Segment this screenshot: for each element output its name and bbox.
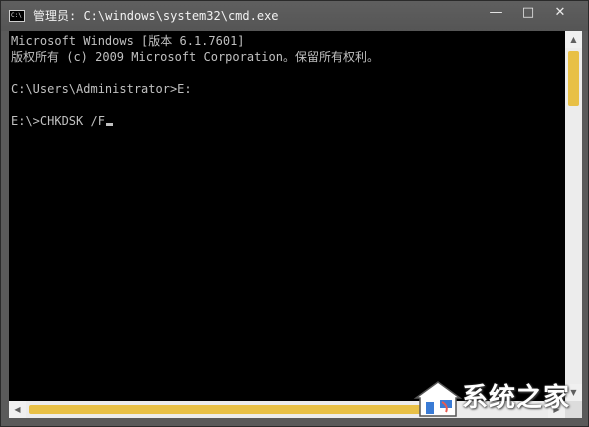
horizontal-scroll-thumb[interactable]: [29, 405, 429, 414]
scroll-up-icon[interactable]: ▲: [565, 31, 582, 48]
vertical-scroll-thumb[interactable]: [568, 51, 579, 106]
console-line-copyright: 版权所有 (c) 2009 Microsoft Corporation。保留所有…: [11, 50, 379, 64]
text-cursor: [105, 123, 113, 126]
horizontal-scrollbar[interactable]: ◀ ▶: [9, 401, 565, 418]
console-app-icon[interactable]: C:\: [9, 10, 25, 22]
vertical-scrollbar[interactable]: ▲ ▼: [565, 31, 582, 401]
cmd-window: C:\ 管理员: C:\windows\system32\cmd.exe — □…: [0, 0, 589, 427]
scroll-right-icon[interactable]: ▶: [548, 401, 565, 418]
console-line-version: Microsoft Windows [版本 6.1.7601]: [11, 34, 245, 48]
console-line-change-drive: C:\Users\Administrator>E:: [11, 82, 192, 96]
minimize-button[interactable]: —: [483, 3, 509, 23]
maximize-button[interactable]: □: [515, 3, 541, 23]
window-title: 管理员: C:\windows\system32\cmd.exe: [33, 9, 279, 23]
title-bar[interactable]: C:\ 管理员: C:\windows\system32\cmd.exe — □…: [1, 1, 588, 31]
close-button[interactable]: ✕: [547, 3, 573, 23]
scroll-down-icon[interactable]: ▼: [565, 384, 582, 401]
scroll-left-icon[interactable]: ◀: [9, 401, 26, 418]
console-output[interactable]: Microsoft Windows [版本 6.1.7601] 版权所有 (c)…: [9, 31, 565, 401]
scrollbar-corner: [565, 401, 582, 418]
console-line-command: E:\>CHKDSK /F: [11, 114, 113, 128]
command-text: E:\>CHKDSK /F: [11, 114, 105, 128]
